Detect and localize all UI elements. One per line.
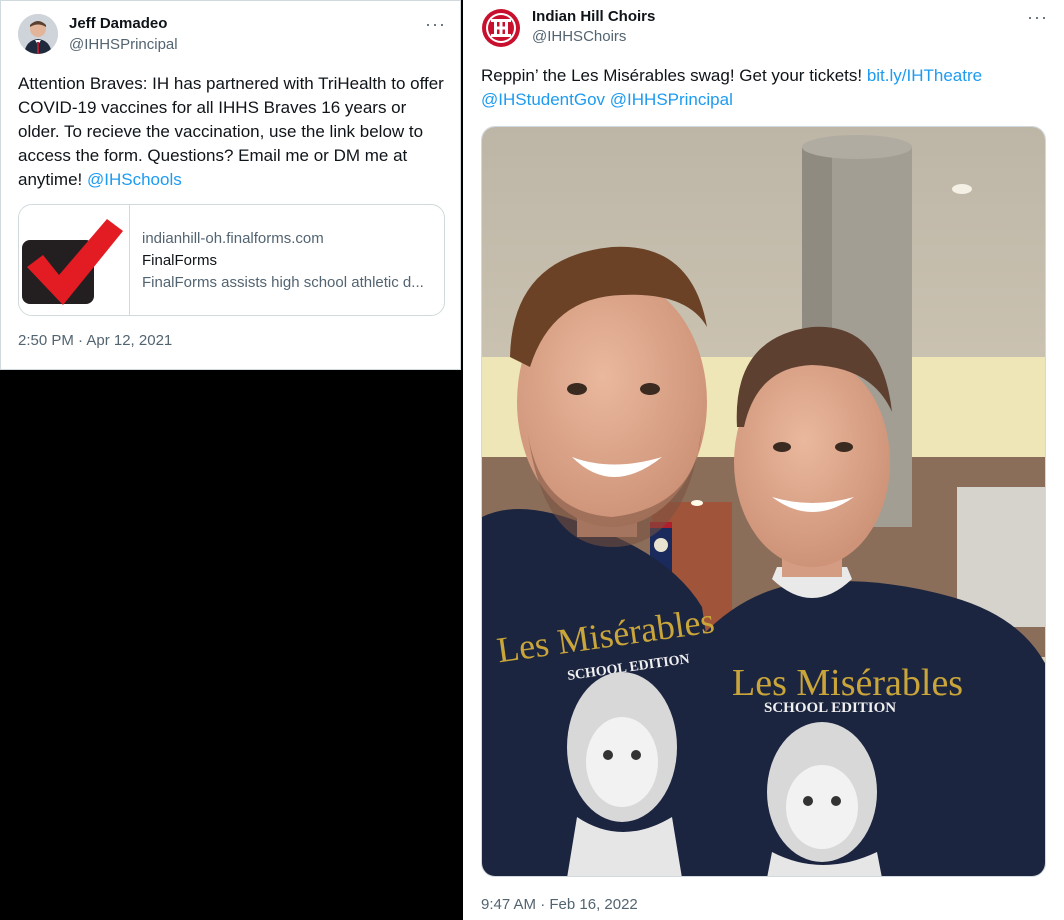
tweet-text: Reppin’ the Les Misérables swag! Get you… [481,64,1041,112]
link-thumbnail [19,205,130,315]
author-name[interactable]: Jeff Damadeo [69,15,167,32]
tweet-card-principal[interactable]: Jeff Damadeo @IHHSPrincipal ··· Attentio… [0,0,461,370]
shirt-subtitle-right: SCHOOL EDITION [764,700,896,716]
ih-logo-icon [482,9,520,47]
card-title: FinalForms [142,252,218,269]
author-name[interactable]: Indian Hill Choirs [532,8,655,25]
link-preview-card[interactable]: indianhill-oh.finalforms.com FinalForms … [18,204,445,316]
mention-link[interactable]: @IHSchools [87,170,182,189]
more-options-icon[interactable]: ··· [1027,8,1048,26]
cosette-artwork-left [567,672,682,876]
tweet-card-choirs[interactable]: Indian Hill Choirs @IHHSChoirs ··· Reppi… [463,0,1064,920]
mention-link-studentgov[interactable]: @IHStudentGov [481,90,605,109]
tweet-text-content: Reppin’ the Les Misérables swag! Get you… [481,66,867,85]
tweet-text: Attention Braves: IH has partnered with … [18,72,448,192]
avatar[interactable] [18,14,58,54]
tweet-timestamp[interactable]: 9:47 AM · Feb 16, 2022 [481,896,638,913]
tweet-timestamp[interactable]: 2:50 PM · Apr 12, 2021 [18,332,172,349]
author-handle[interactable]: @IHHSPrincipal [69,36,178,53]
tweet-photo[interactable]: Les Misérables SCHOOL EDITION Les Miséra… [481,126,1046,877]
card-domain: indianhill-oh.finalforms.com [142,230,324,247]
author-handle[interactable]: @IHHSChoirs [532,28,626,45]
url-link[interactable]: bit.ly/IHTheatre [867,66,982,85]
tweet-text-content: Attention Braves: IH has partnered with … [18,74,444,189]
mention-link-principal[interactable]: @IHHSPrincipal [610,90,733,109]
red-checkmark-icon [22,219,123,305]
avatar[interactable] [481,8,521,48]
shirt-title-right: Les Misérables [732,662,963,704]
card-description: FinalForms assists high school athletic … [142,274,424,291]
more-options-icon[interactable]: ··· [425,15,446,33]
